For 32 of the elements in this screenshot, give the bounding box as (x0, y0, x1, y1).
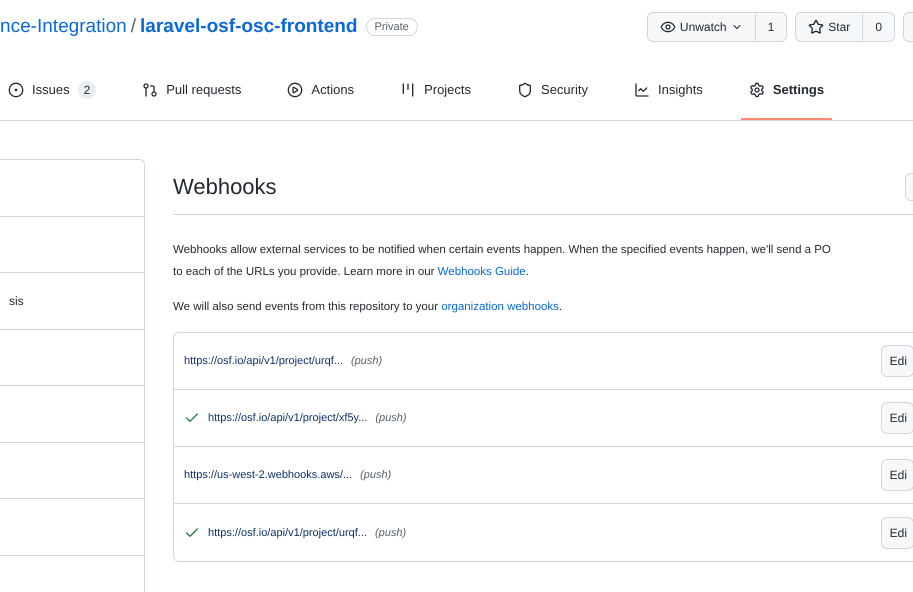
org-text: We will also send events from this repository to your organization webhooks. (173, 300, 564, 315)
edit-button[interactable]: Edi (880, 345, 913, 378)
count-badge: 2 (78, 81, 96, 99)
nav-tab[interactable]: Settings (740, 62, 832, 120)
nav-tab[interactable]: Actions (279, 62, 362, 120)
webhook-url[interactable]: https://osf.io/api/v1/project/xf5y... (208, 410, 368, 426)
webhook-url[interactable]: https://osf.io/api/v1/project/urqf... (184, 353, 343, 370)
org-webhooks-link[interactable]: organization webhooks (441, 301, 559, 313)
star-button[interactable]: Star 0 (795, 12, 895, 42)
visibility-label: Private (366, 18, 418, 36)
watch-button[interactable]: Unwatch 1 (646, 12, 788, 42)
edit-button[interactable]: Edi (880, 516, 913, 549)
event-list: (push) (360, 467, 392, 484)
repo-owner[interactable]: nce-Integration (0, 12, 127, 42)
nav-tab[interactable]: Insights (626, 62, 711, 120)
edit-button[interactable]: Edi (880, 459, 913, 492)
intro-text: Webhooks allow external services to be notified when certain events happen. When the specified events happen, we'll send a PO to each of the URLs you provide. Learn more in our Webhooks Guide. (173, 243, 832, 280)
event-list: (push) (375, 410, 407, 426)
repo-name[interactable]: laravel-osf-osc-frontend (140, 12, 358, 42)
nav-tab[interactable]: Issues 2 (8, 62, 104, 120)
path-separator: / (130, 14, 136, 39)
nav-tab[interactable]: Pull requests (134, 62, 250, 120)
nav-tab[interactable]: Projects (392, 62, 480, 120)
nav-tab[interactable]: Security (509, 62, 596, 120)
webhook-url[interactable]: https://osf.io/api/v1/project/urqf... (208, 524, 367, 541)
edit-button[interactable]: Edi (880, 402, 913, 434)
event-list: (push) (374, 524, 406, 541)
webhook-url[interactable]: https://us-west-2.webhooks.aws/... (184, 467, 352, 484)
guide-link[interactable]: Webhooks Guide (438, 266, 526, 278)
page-title: Webhooks (173, 173, 277, 201)
sidebar-item[interactable]: sis (9, 292, 24, 310)
event-list: (push) (350, 353, 382, 370)
